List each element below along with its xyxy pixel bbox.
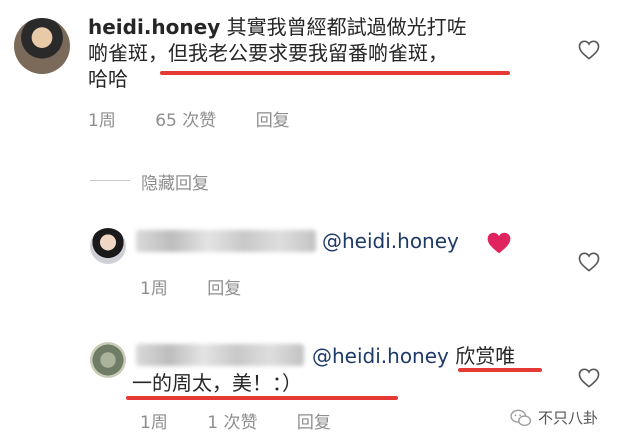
reply-meta: 1周 1 次赞 回复 — [140, 408, 365, 433]
like-count[interactable]: 1 次赞 — [207, 413, 257, 433]
red-heart-emoji-icon — [487, 232, 511, 254]
red-underline — [126, 396, 398, 400]
username[interactable]: heidi.honey — [88, 15, 220, 39]
reply-text-line1: @heidi.honey 欣赏唯 — [312, 343, 515, 369]
reply-avatar[interactable] — [90, 342, 126, 378]
like-count[interactable]: 65 次赞 — [155, 111, 216, 131]
reply-time: 1周 — [140, 413, 168, 433]
comment-text-line1: 其實我曾經都試過做光打咗 — [226, 15, 467, 39]
like-heart-icon[interactable] — [578, 252, 600, 272]
red-underline — [458, 368, 542, 372]
reply-button[interactable]: 回复 — [256, 111, 290, 131]
reply-text-a: 欣赏唯 — [455, 344, 516, 368]
reply-meta: 1周 回复 — [140, 274, 275, 299]
hide-replies-divider — [90, 180, 130, 181]
reply-button[interactable]: 回复 — [297, 413, 331, 433]
reply-button[interactable]: 回复 — [207, 279, 241, 299]
comment-time: 1周 — [88, 111, 116, 131]
avatar[interactable] — [14, 18, 70, 74]
comment-text-line2: 啲雀斑，但我老公要求要我留番啲雀斑， — [88, 41, 448, 65]
blurred-username — [136, 230, 316, 252]
comment-meta: 1周 65 次赞 回复 — [88, 106, 324, 131]
reply-time: 1周 — [140, 279, 168, 299]
watermark: 不只八卦 — [510, 407, 598, 428]
like-heart-icon[interactable] — [578, 40, 600, 60]
blurred-username — [136, 344, 304, 366]
main-comment: heidi.honey 其實我曾經都試過做光打咗 啲雀斑，但我老公要求要我留番啲… — [88, 14, 568, 92]
watermark-text: 不只八卦 — [538, 409, 599, 427]
reply-avatar[interactable] — [90, 228, 126, 264]
hide-replies-button[interactable]: 隐藏回复 — [141, 169, 209, 194]
mention-link[interactable]: @heidi.honey — [322, 229, 459, 253]
wechat-icon — [510, 409, 532, 426]
red-underline — [160, 71, 510, 75]
mention-link[interactable]: @heidi.honey — [312, 344, 449, 368]
comment-text-line3: 哈哈 — [88, 67, 128, 91]
reply-text-line2: 一的周太，美！：） — [132, 371, 302, 395]
reply-text: @heidi.honey — [322, 228, 459, 254]
like-heart-icon[interactable] — [578, 368, 600, 388]
